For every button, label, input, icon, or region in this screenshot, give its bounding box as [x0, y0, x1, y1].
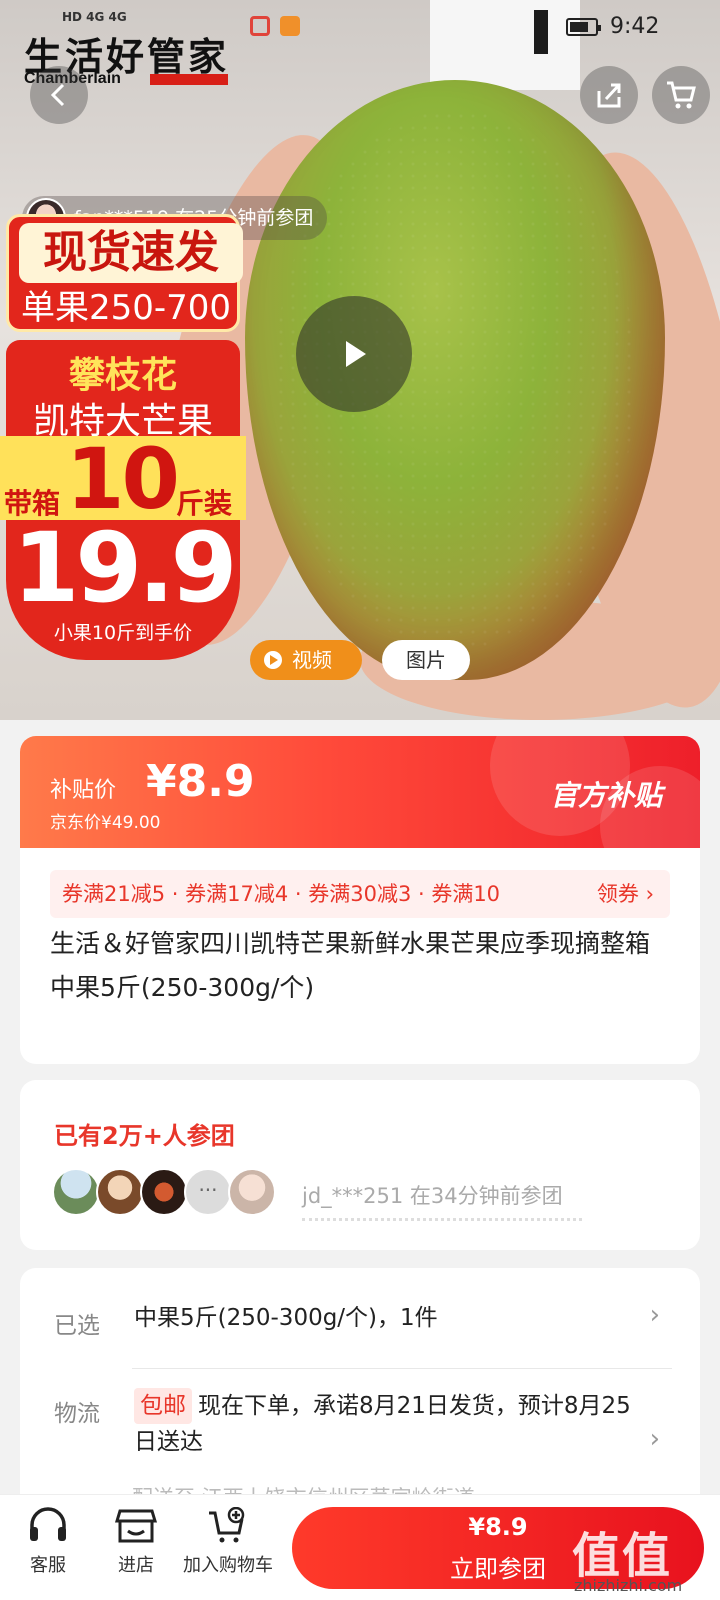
logistics-label: 物流	[54, 1401, 100, 1427]
next-joiner-faded	[302, 1218, 582, 1224]
coupon-list: 券满21减5 · 券满17减4 · 券满30减3 · 券满10	[62, 882, 501, 906]
promo-line1: 现货速发	[19, 223, 243, 283]
avatar	[140, 1168, 188, 1216]
promo-line2: 单果250-700	[20, 288, 232, 328]
back-button[interactable]	[30, 66, 88, 124]
price-card: 补贴价 ¥8.9 京东价¥49.00 官方补贴 券满21减5 · 券满17减4 …	[20, 736, 700, 1064]
play-video-button[interactable]	[296, 296, 412, 412]
brand-logo-bar	[150, 74, 228, 85]
notification-app-icon	[250, 16, 270, 36]
more-avatars-icon: ···	[184, 1168, 232, 1216]
avatar	[52, 1168, 100, 1216]
logistics-row[interactable]: 物流 包邮 现在下单，承诺8月21日发货，预计8月25日送达 ›	[54, 1388, 694, 1484]
share-button[interactable]	[580, 66, 638, 124]
subsidy-price: ¥8.9	[146, 756, 255, 807]
avatar	[96, 1168, 144, 1216]
add-cart-label: 加入购物车	[183, 1555, 273, 1576]
jd-price: 京东价¥49.00	[50, 813, 161, 833]
product-title: 生活＆好管家四川凯特芒果新鲜水果芒果应季现摘整箱 中果5斤(250-300g/个…	[50, 929, 651, 1002]
add-to-cart-button[interactable]: 加入购物车	[176, 1507, 280, 1577]
subsidy-price-banner: 补贴价 ¥8.9 京东价¥49.00 官方补贴	[20, 736, 700, 886]
group-buy-card[interactable]: 已有2万+人参团 ··· jd_***251 在34分钟前参团	[20, 1080, 700, 1250]
customer-service-button[interactable]: 客服	[20, 1507, 76, 1577]
free-shipping-badge: 包邮	[134, 1388, 192, 1424]
chevron-right-icon: ›	[649, 1300, 660, 1330]
service-label: 客服	[30, 1555, 66, 1576]
chevron-left-icon	[50, 83, 65, 107]
avatar	[228, 1168, 276, 1216]
official-subsidy-badge: 官方补贴	[550, 779, 663, 812]
store-button[interactable]: 进店	[108, 1507, 164, 1577]
promo-footnote: 小果10斤到手价	[53, 622, 193, 644]
product-page: HD 4G 4G 9:42 生活好管家 Chamberlain 在25分钟前参团…	[0, 0, 720, 1600]
store-label: 进店	[118, 1555, 154, 1576]
tab-video-label: 视频	[292, 648, 332, 672]
selected-label: 已选	[54, 1313, 100, 1339]
network-indicator: HD 4G 4G	[62, 10, 127, 24]
logistics-value-wrap: 包邮 现在下单，承诺8月21日发货，预计8月25日送达	[134, 1388, 634, 1460]
notification-video-icon	[280, 16, 300, 36]
battery-icon	[566, 18, 601, 36]
chevron-right-icon: ›	[649, 1424, 660, 1454]
promo-big-price: 19.9	[12, 512, 238, 624]
coupon-bar[interactable]: 券满21减5 · 券满17减4 · 券满30减3 · 券满10 领券 ›	[50, 870, 670, 918]
tab-video[interactable]: 视频	[250, 640, 362, 680]
get-coupon-link[interactable]: 领券 ›	[597, 870, 654, 918]
watermark-url: zhizhizhi.com	[574, 1576, 683, 1595]
product-media-gallery[interactable]: HD 4G 4G 9:42 生活好管家 Chamberlain 在25分钟前参团…	[0, 0, 720, 720]
promo-line3: 攀枝花	[68, 355, 177, 396]
subsidy-price-label: 补贴价	[50, 778, 117, 803]
selected-value: 中果5斤(250-300g/个)，1件	[134, 1305, 438, 1331]
store-icon	[114, 1509, 158, 1543]
share-icon	[597, 83, 621, 108]
logistics-value: 现在下单，承诺8月21日发货，预计8月25日送达	[134, 1393, 631, 1455]
play-icon	[346, 341, 366, 367]
group-count-title: 已有2万+人参团	[54, 1122, 235, 1150]
add-cart-icon	[209, 1507, 245, 1543]
headset-icon	[30, 1507, 66, 1541]
clock: 9:42	[610, 14, 660, 39]
play-circle-icon	[264, 651, 282, 669]
selected-variant-row[interactable]: 已选 中果5斤(250-300g/个)，1件 ›	[54, 1300, 694, 1356]
cart-icon	[667, 81, 696, 109]
divider	[132, 1368, 672, 1369]
latest-joiner: jd_***251 在34分钟前参团	[302, 1184, 563, 1208]
cart-button[interactable]	[652, 66, 710, 124]
tab-image[interactable]: 图片	[382, 640, 470, 680]
